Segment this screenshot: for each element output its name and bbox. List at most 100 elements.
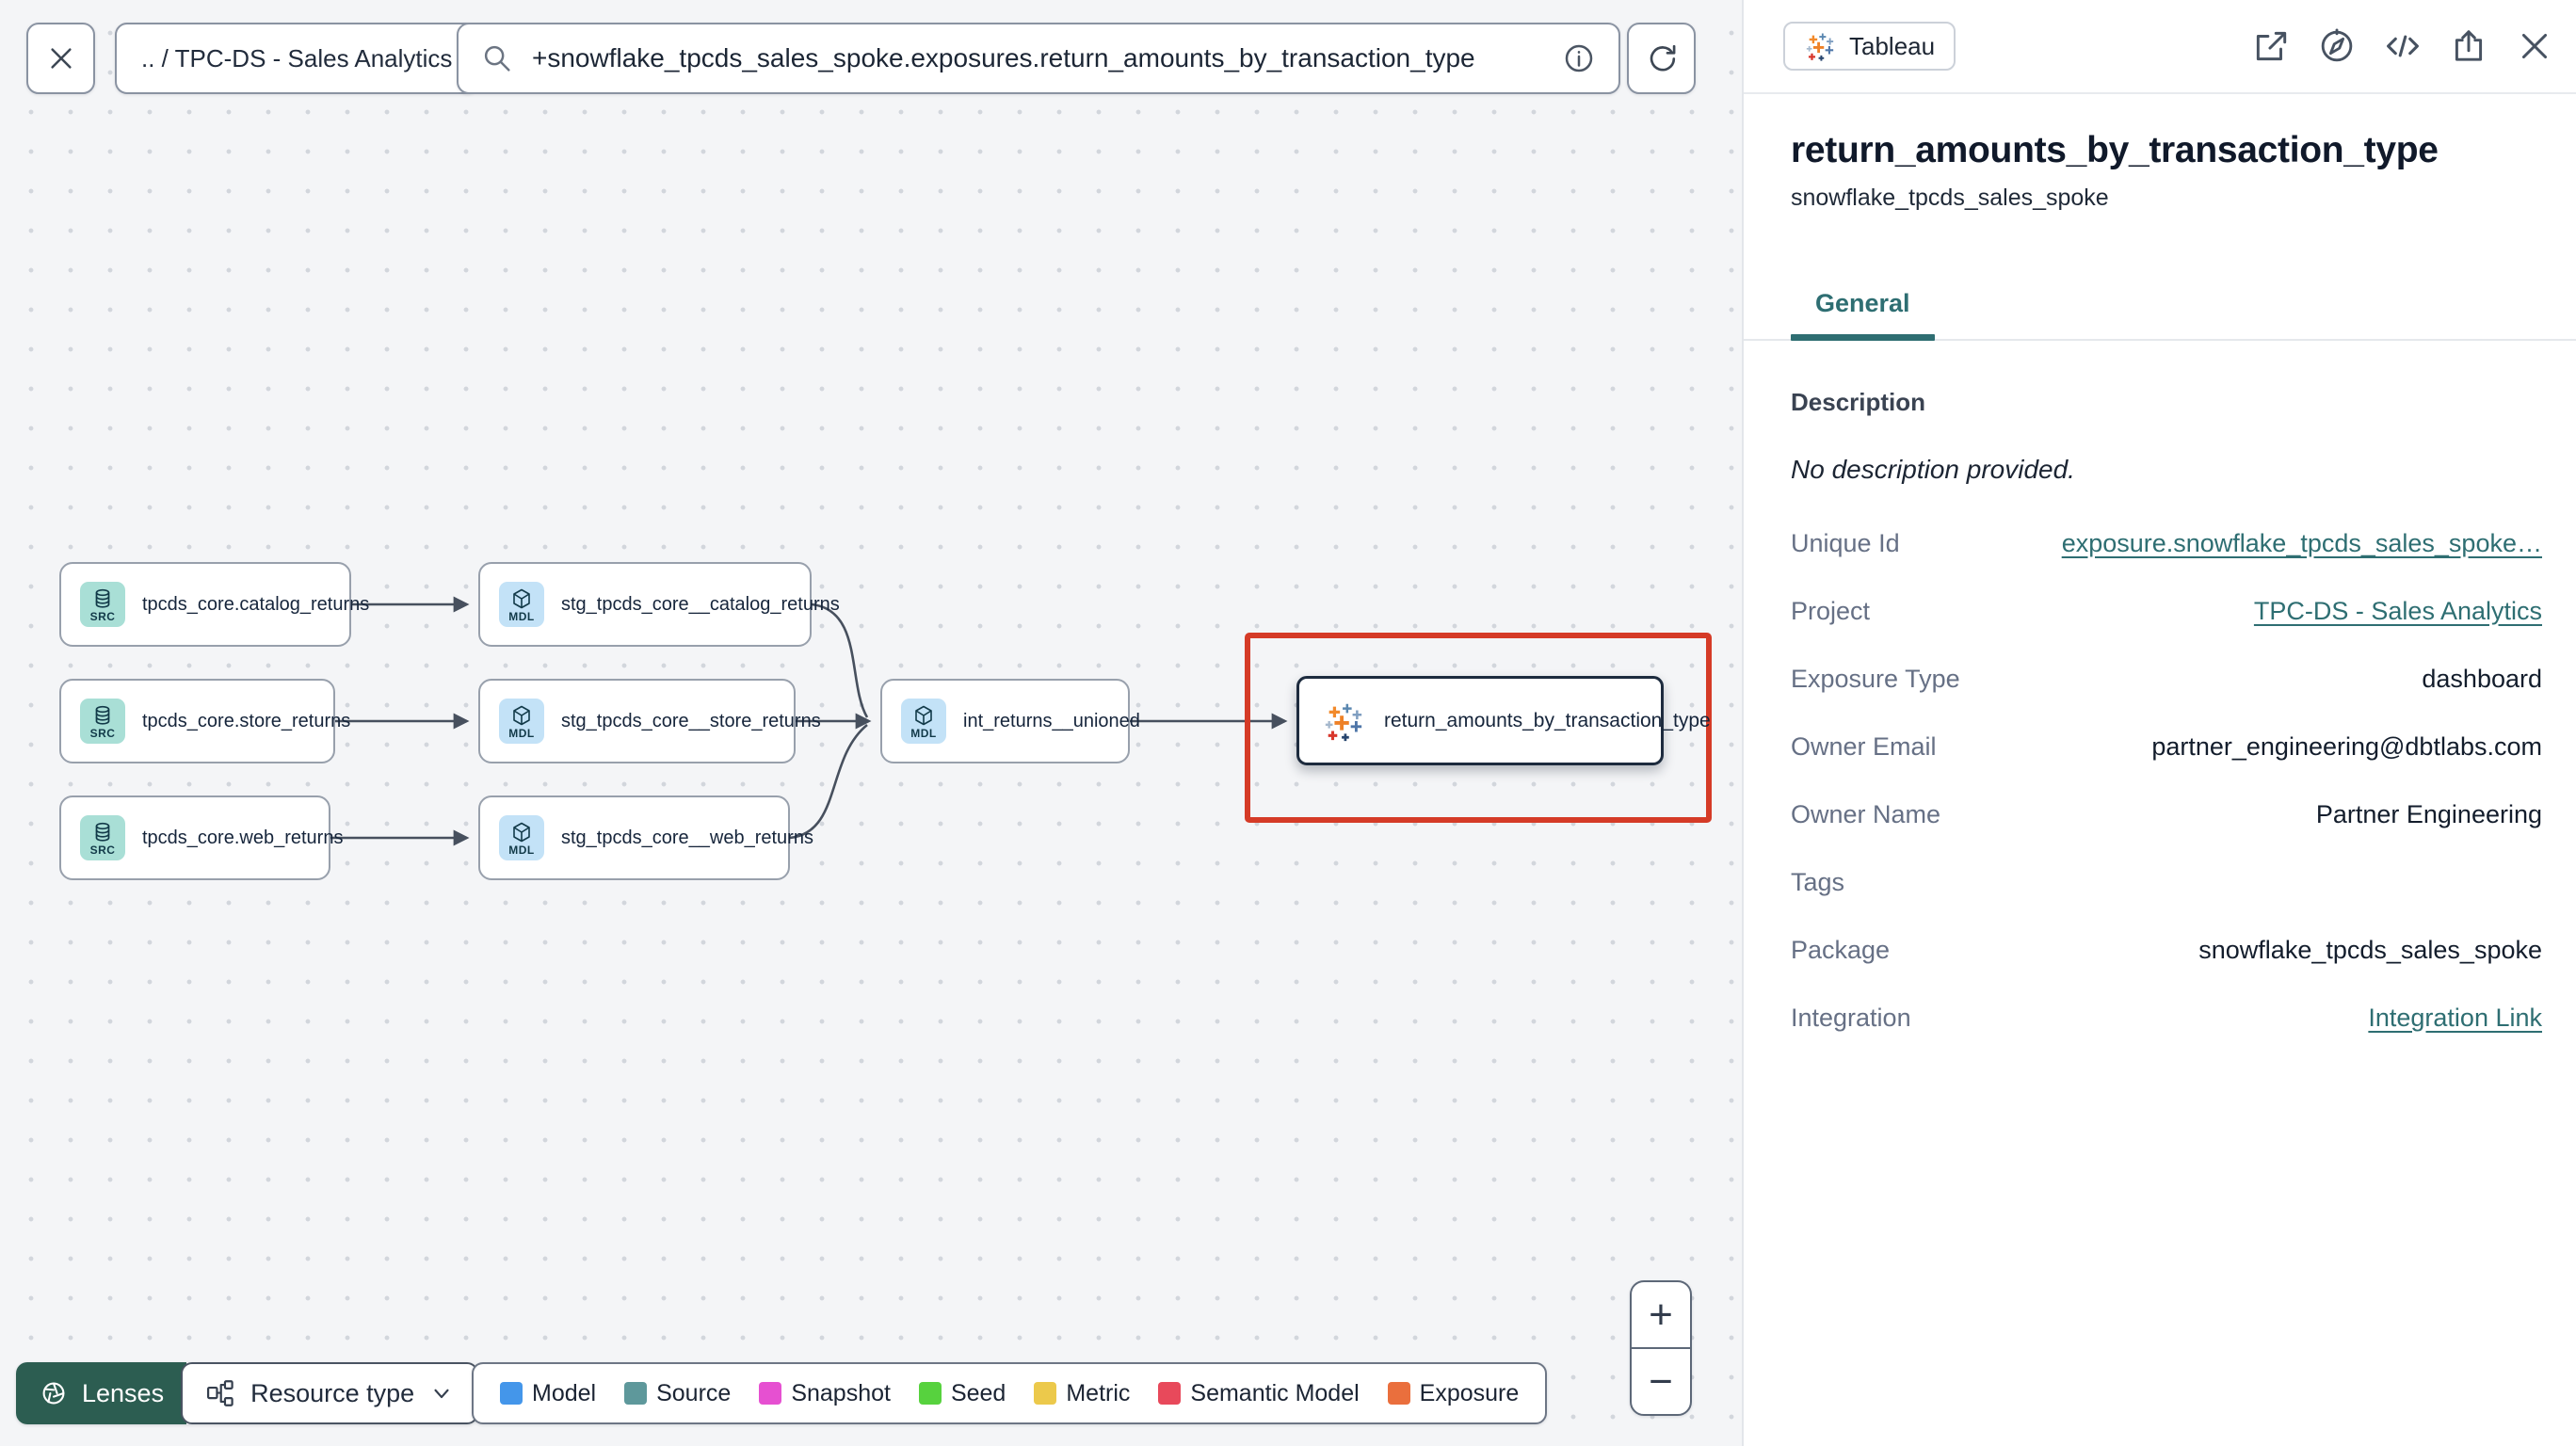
zoom-controls: + − bbox=[1630, 1280, 1692, 1416]
lineage-search-bar[interactable] bbox=[457, 23, 1620, 94]
details-fields: Unique Id exposure.snowflake_tpcds_sales_… bbox=[1791, 509, 2542, 1052]
source-badge: SRC bbox=[80, 815, 125, 860]
legend-swatch bbox=[759, 1382, 782, 1405]
description-empty-text: No description provided. bbox=[1791, 455, 2075, 484]
cube-icon bbox=[510, 587, 533, 610]
legend-item-model: Model bbox=[500, 1380, 596, 1407]
edge-stg-catalog-to-int-returns bbox=[811, 602, 869, 718]
field-label: Project bbox=[1791, 596, 1871, 625]
lineage-node-stg-web[interactable]: MDL stg_tpcds_core__web_returns bbox=[478, 795, 813, 880]
lineage-node-src-catalog[interactable]: SRC tpcds_core.catalog_returns bbox=[59, 562, 369, 647]
field-label: Owner Name bbox=[1791, 799, 1941, 828]
field-row-tags: Tags bbox=[1791, 848, 2542, 916]
field-value: Partner Engineering bbox=[2315, 799, 2542, 828]
source-badge: SRC bbox=[80, 582, 125, 627]
model-badge: MDL bbox=[499, 582, 544, 627]
node-label: stg_tpcds_core__web_returns bbox=[561, 827, 813, 848]
search-input[interactable] bbox=[532, 43, 1543, 73]
database-icon bbox=[91, 587, 114, 610]
lineage-node-src-web[interactable]: SRC tpcds_core.web_returns bbox=[59, 795, 343, 880]
edge-stg-web-to-int-returns bbox=[789, 723, 868, 840]
details-panel-body: return_amounts_by_transaction_type snowf… bbox=[1744, 130, 2576, 1052]
database-icon bbox=[91, 821, 114, 844]
breadcrumb[interactable]: .. / TPC-DS - Sales Analytics bbox=[115, 23, 479, 94]
legend-label: Snapshot bbox=[791, 1379, 891, 1406]
badge-text: SRC bbox=[89, 609, 116, 623]
field-label: Integration bbox=[1791, 1003, 1911, 1032]
close-icon[interactable] bbox=[2514, 25, 2555, 67]
field-label: Package bbox=[1791, 935, 1891, 964]
field-value[interactable]: exposure.snowflake_tpcds_sales_spoke… bbox=[2062, 529, 2542, 558]
legend-item-seed: Seed bbox=[918, 1380, 1006, 1407]
lenses-toolbar: Lenses Resource type bbox=[16, 1362, 479, 1424]
field-row-exposure-type: Exposure Type dashboard bbox=[1791, 645, 2542, 713]
lineage-node-int-returns[interactable]: MDL int_returns__unioned bbox=[880, 679, 1140, 763]
resource-title: return_amounts_by_transaction_type bbox=[1791, 130, 2439, 170]
lineage-node-src-store[interactable]: SRC tpcds_core.store_returns bbox=[59, 679, 350, 763]
resource-type-dropdown[interactable]: Resource type bbox=[181, 1362, 479, 1424]
legend-swatch bbox=[500, 1382, 523, 1405]
model-badge: MDL bbox=[499, 699, 544, 744]
legend-label: Exposure bbox=[1419, 1379, 1520, 1406]
cube-icon bbox=[510, 704, 533, 727]
field-label: Tags bbox=[1791, 867, 1845, 896]
details-panel: Tableau return_amounts_by_transaction_ty… bbox=[1742, 0, 2576, 1446]
panel-tabs: General bbox=[1744, 289, 2576, 341]
legend-label: Semantic Model bbox=[1190, 1379, 1360, 1406]
refresh-icon bbox=[1644, 40, 1680, 76]
field-label: Exposure Type bbox=[1791, 664, 1960, 693]
field-value[interactable]: Integration Link bbox=[2368, 1004, 2542, 1033]
node-label: int_returns__unioned bbox=[963, 710, 1140, 731]
lenses-button[interactable]: Lenses bbox=[16, 1362, 187, 1424]
legend-swatch bbox=[1034, 1382, 1057, 1405]
legend-item-semantic-model: Semantic Model bbox=[1158, 1379, 1360, 1407]
close-icon bbox=[45, 42, 77, 74]
field-label: Owner Email bbox=[1791, 731, 1937, 761]
hierarchy-icon bbox=[203, 1377, 235, 1409]
badge-text: SRC bbox=[89, 843, 116, 857]
open-in-new-icon[interactable] bbox=[2250, 25, 2292, 67]
field-row-unique-id: Unique Id exposure.snowflake_tpcds_sales_… bbox=[1791, 509, 2542, 577]
share-icon[interactable] bbox=[2448, 25, 2489, 67]
legend-item-exposure: Exposure bbox=[1387, 1379, 1520, 1407]
integration-chip-tableau[interactable]: Tableau bbox=[1783, 22, 1956, 71]
lineage-node-stg-catalog[interactable]: MDL stg_tpcds_core__catalog_returns bbox=[478, 562, 840, 647]
code-icon[interactable] bbox=[2382, 25, 2423, 67]
badge-text: SRC bbox=[89, 726, 116, 740]
node-label: stg_tpcds_core__store_returns bbox=[561, 710, 821, 731]
zoom-in-button[interactable]: + bbox=[1632, 1282, 1690, 1349]
refresh-lineage-button[interactable] bbox=[1627, 23, 1696, 94]
node-label: tpcds_core.web_returns bbox=[142, 827, 344, 848]
details-panel-header: Tableau bbox=[1744, 0, 2576, 94]
lineage-node-exposure[interactable]: return_amounts_by_transaction_type bbox=[1296, 676, 1711, 765]
legend-label: Source bbox=[656, 1379, 732, 1406]
field-row-package: Package snowflake_tpcds_sales_spoke bbox=[1791, 916, 2542, 984]
legend-item-metric: Metric bbox=[1034, 1380, 1130, 1407]
field-row-integration: Integration Integration Link bbox=[1791, 984, 2542, 1052]
close-lineage-button[interactable] bbox=[26, 23, 95, 94]
integration-chip-label: Tableau bbox=[1849, 31, 1936, 60]
legend-label: Model bbox=[532, 1379, 597, 1406]
lineage-node-stg-store[interactable]: MDL stg_tpcds_core__store_returns bbox=[478, 679, 821, 763]
field-value[interactable]: TPC-DS - Sales Analytics bbox=[2254, 597, 2542, 626]
legend-item-snapshot: Snapshot bbox=[759, 1380, 891, 1407]
lineage-canvas[interactable]: SRC tpcds_core.catalog_returns SRC tpcds_co… bbox=[0, 0, 1742, 1446]
field-row-owner-email: Owner Email partner_engineering@dbtlabs.c… bbox=[1791, 713, 2542, 780]
field-value: partner_engineering@dbtlabs.com bbox=[2151, 731, 2542, 761]
tableau-logo-icon bbox=[1804, 30, 1836, 62]
field-row-owner-name: Owner Name Partner Engineering bbox=[1791, 780, 2542, 848]
compass-icon[interactable] bbox=[2316, 25, 2358, 67]
source-badge: SRC bbox=[80, 699, 125, 744]
legend-swatch bbox=[1158, 1382, 1182, 1405]
tab-general[interactable]: General bbox=[1791, 289, 1935, 341]
tableau-logo-icon bbox=[1322, 699, 1365, 743]
zoom-out-button[interactable]: − bbox=[1632, 1349, 1690, 1414]
field-value: dashboard bbox=[2422, 664, 2542, 693]
legend-label: Metric bbox=[1066, 1379, 1131, 1406]
legend-item-source: Source bbox=[624, 1380, 731, 1407]
legend-swatch bbox=[918, 1382, 942, 1405]
node-label: tpcds_core.catalog_returns bbox=[142, 593, 370, 615]
info-icon[interactable] bbox=[1560, 40, 1598, 77]
field-label: Unique Id bbox=[1791, 528, 1900, 557]
legend-swatch bbox=[1387, 1382, 1410, 1405]
